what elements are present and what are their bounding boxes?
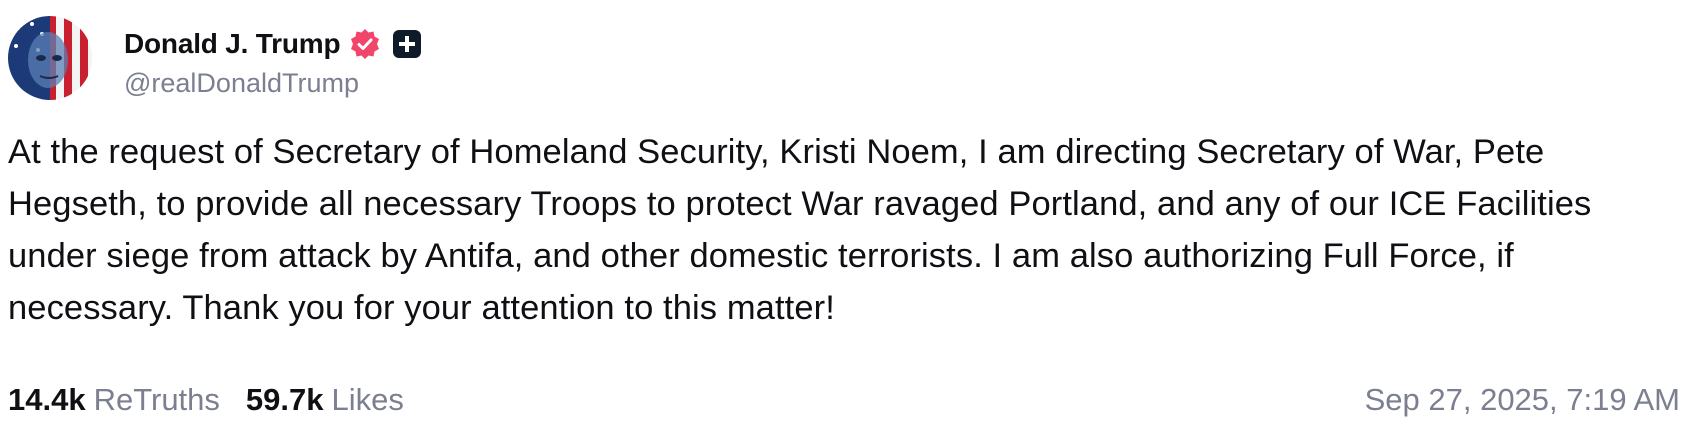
retruths-count: 14.4k — [8, 382, 86, 417]
likes-stat[interactable]: 59.7k Likes — [246, 382, 404, 418]
name-row: Donald J. Trump — [124, 24, 422, 64]
truth-post: Donald J. Trump @realDonaldTrump At the … — [0, 0, 1696, 434]
post-footer: 14.4k ReTruths 59.7k Likes Sep 27, 2025,… — [8, 378, 1680, 422]
avatar[interactable] — [8, 16, 92, 100]
author-names: Donald J. Trump @realDonaldTrump — [124, 24, 422, 99]
likes-count: 59.7k — [245, 382, 324, 417]
post-text: At the request of Secretary of Homeland … — [8, 133, 1592, 327]
avatar-image — [8, 16, 92, 100]
verified-badge-icon — [351, 29, 380, 59]
likes-label: Likes — [331, 382, 404, 417]
post-header: Donald J. Trump @realDonaldTrump — [8, 16, 422, 102]
post-timestamp[interactable]: Sep 27, 2025, 7:19 AM — [1365, 382, 1680, 418]
retruths-label: ReTruths — [93, 382, 220, 417]
display-name[interactable]: Donald J. Trump — [124, 28, 341, 60]
handle[interactable]: @realDonaldTrump — [124, 68, 422, 99]
plus-badge-icon — [393, 30, 422, 58]
retruths-stat[interactable]: 14.4k ReTruths — [8, 382, 220, 418]
